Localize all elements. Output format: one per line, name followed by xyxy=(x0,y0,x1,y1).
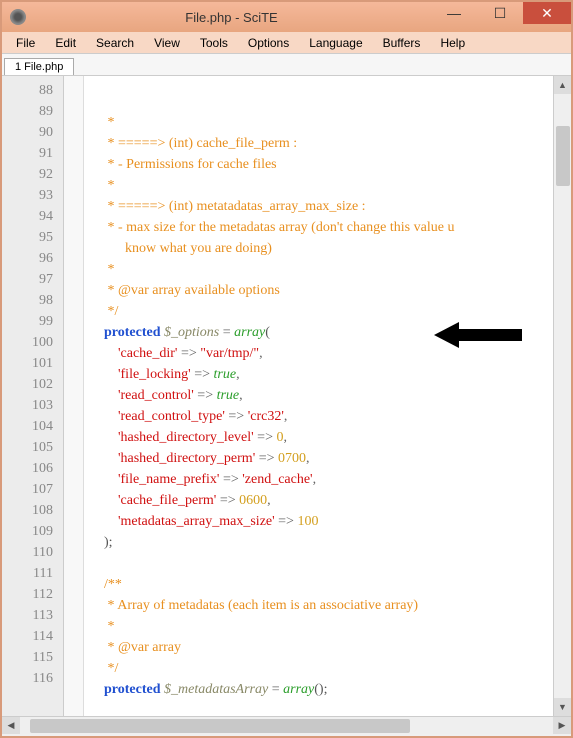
code-line[interactable]: protected $_options = array( xyxy=(90,322,565,343)
line-number: 104 xyxy=(2,416,63,437)
line-number: 113 xyxy=(2,605,63,626)
line-number: 98 xyxy=(2,290,63,311)
code-line[interactable] xyxy=(90,553,565,574)
code-line[interactable]: 'read_control_type' => 'crc32', xyxy=(90,406,565,427)
horizontal-scrollbar-thumb[interactable] xyxy=(30,719,410,733)
vertical-scrollbar-thumb[interactable] xyxy=(556,126,570,186)
scroll-up-icon[interactable]: ▲ xyxy=(554,76,571,94)
menu-edit[interactable]: Edit xyxy=(45,34,86,52)
menu-file[interactable]: File xyxy=(6,34,45,52)
menu-options[interactable]: Options xyxy=(238,34,299,52)
code-line[interactable]: */ xyxy=(90,301,565,322)
line-number: 101 xyxy=(2,353,63,374)
tabbar: 1 File.php xyxy=(2,54,571,76)
titlebar: File.php - SciTE — ☐ ✕ xyxy=(2,2,571,32)
line-number: 89 xyxy=(2,101,63,122)
menu-view[interactable]: View xyxy=(144,34,190,52)
line-number: 112 xyxy=(2,584,63,605)
line-number: 106 xyxy=(2,458,63,479)
code-line[interactable]: 'read_control' => true, xyxy=(90,385,565,406)
line-number: 102 xyxy=(2,374,63,395)
line-number: 111 xyxy=(2,563,63,584)
line-number: 99 xyxy=(2,311,63,332)
line-number: 109 xyxy=(2,521,63,542)
fold-margin[interactable] xyxy=(64,76,84,716)
vertical-scrollbar[interactable]: ▲ ▼ xyxy=(553,76,571,716)
minimize-button[interactable]: — xyxy=(431,2,477,24)
code-line[interactable]: 'cache_dir' => "var/tmp/", xyxy=(90,343,565,364)
code-line[interactable]: * Array of metadatas (each item is an as… xyxy=(90,595,565,616)
menu-tools[interactable]: Tools xyxy=(190,34,238,52)
menu-buffers[interactable]: Buffers xyxy=(373,34,431,52)
code-line[interactable]: 'file_name_prefix' => 'zend_cache', xyxy=(90,469,565,490)
menu-language[interactable]: Language xyxy=(299,34,372,52)
code-line[interactable]: 'hashed_directory_level' => 0, xyxy=(90,427,565,448)
line-number: 90 xyxy=(2,122,63,143)
code-line[interactable]: * xyxy=(90,112,565,133)
code-line[interactable]: 'cache_file_perm' => 0600, xyxy=(90,490,565,511)
line-number: 107 xyxy=(2,479,63,500)
line-number: 103 xyxy=(2,395,63,416)
code-line[interactable]: * xyxy=(90,616,565,637)
code-line[interactable]: * =====> (int) cache_file_perm : xyxy=(90,133,565,154)
menubar: File Edit Search View Tools Options Lang… xyxy=(2,32,571,54)
line-number: 92 xyxy=(2,164,63,185)
app-icon xyxy=(10,9,26,25)
code-line[interactable]: /** xyxy=(90,574,565,595)
line-number: 114 xyxy=(2,626,63,647)
window-title: File.php - SciTE xyxy=(32,10,431,25)
editor: 8889909192939495969798991001011021031041… xyxy=(2,76,571,716)
tab-file[interactable]: 1 File.php xyxy=(4,58,74,75)
close-button[interactable]: ✕ xyxy=(523,2,571,24)
line-number: 94 xyxy=(2,206,63,227)
menu-help[interactable]: Help xyxy=(430,34,475,52)
line-number: 97 xyxy=(2,269,63,290)
line-number: 100 xyxy=(2,332,63,353)
line-number: 96 xyxy=(2,248,63,269)
code-line[interactable]: * xyxy=(90,175,565,196)
code-line[interactable]: */ xyxy=(90,658,565,679)
code-line[interactable]: * @var array available options xyxy=(90,280,565,301)
line-number: 108 xyxy=(2,500,63,521)
line-number: 110 xyxy=(2,542,63,563)
code-line[interactable]: * @var array xyxy=(90,637,565,658)
menu-search[interactable]: Search xyxy=(86,34,144,52)
code-area[interactable]: * * =====> (int) cache_file_perm : * - P… xyxy=(84,76,571,716)
scroll-left-icon[interactable]: ◀ xyxy=(2,717,20,734)
horizontal-scrollbar[interactable]: ◀ ▶ xyxy=(2,716,571,734)
line-number: 116 xyxy=(2,668,63,689)
code-line[interactable]: * - Permissions for cache files xyxy=(90,154,565,175)
line-number: 95 xyxy=(2,227,63,248)
code-line[interactable]: 'hashed_directory_perm' => 0700, xyxy=(90,448,565,469)
line-number: 93 xyxy=(2,185,63,206)
code-line[interactable]: * xyxy=(90,259,565,280)
code-line[interactable]: 'file_locking' => true, xyxy=(90,364,565,385)
scroll-down-icon[interactable]: ▼ xyxy=(554,698,571,716)
line-number-gutter: 8889909192939495969798991001011021031041… xyxy=(2,76,64,716)
line-number: 88 xyxy=(2,80,63,101)
window-buttons: — ☐ ✕ xyxy=(431,2,571,32)
code-line[interactable]: * =====> (int) metatadatas_array_max_siz… xyxy=(90,196,565,217)
maximize-button[interactable]: ☐ xyxy=(477,2,523,24)
line-number: 105 xyxy=(2,437,63,458)
code-line[interactable]: 'metadatas_array_max_size' => 100 xyxy=(90,511,565,532)
code-line[interactable]: know what you are doing) xyxy=(90,238,565,259)
code-line[interactable]: protected $_metadatasArray = array(); xyxy=(90,679,565,700)
line-number: 115 xyxy=(2,647,63,668)
scroll-right-icon[interactable]: ▶ xyxy=(553,717,571,734)
code-line[interactable]: * - max size for the metadatas array (do… xyxy=(90,217,565,238)
line-number: 91 xyxy=(2,143,63,164)
code-line[interactable] xyxy=(90,700,565,716)
code-line[interactable]: ); xyxy=(90,532,565,553)
